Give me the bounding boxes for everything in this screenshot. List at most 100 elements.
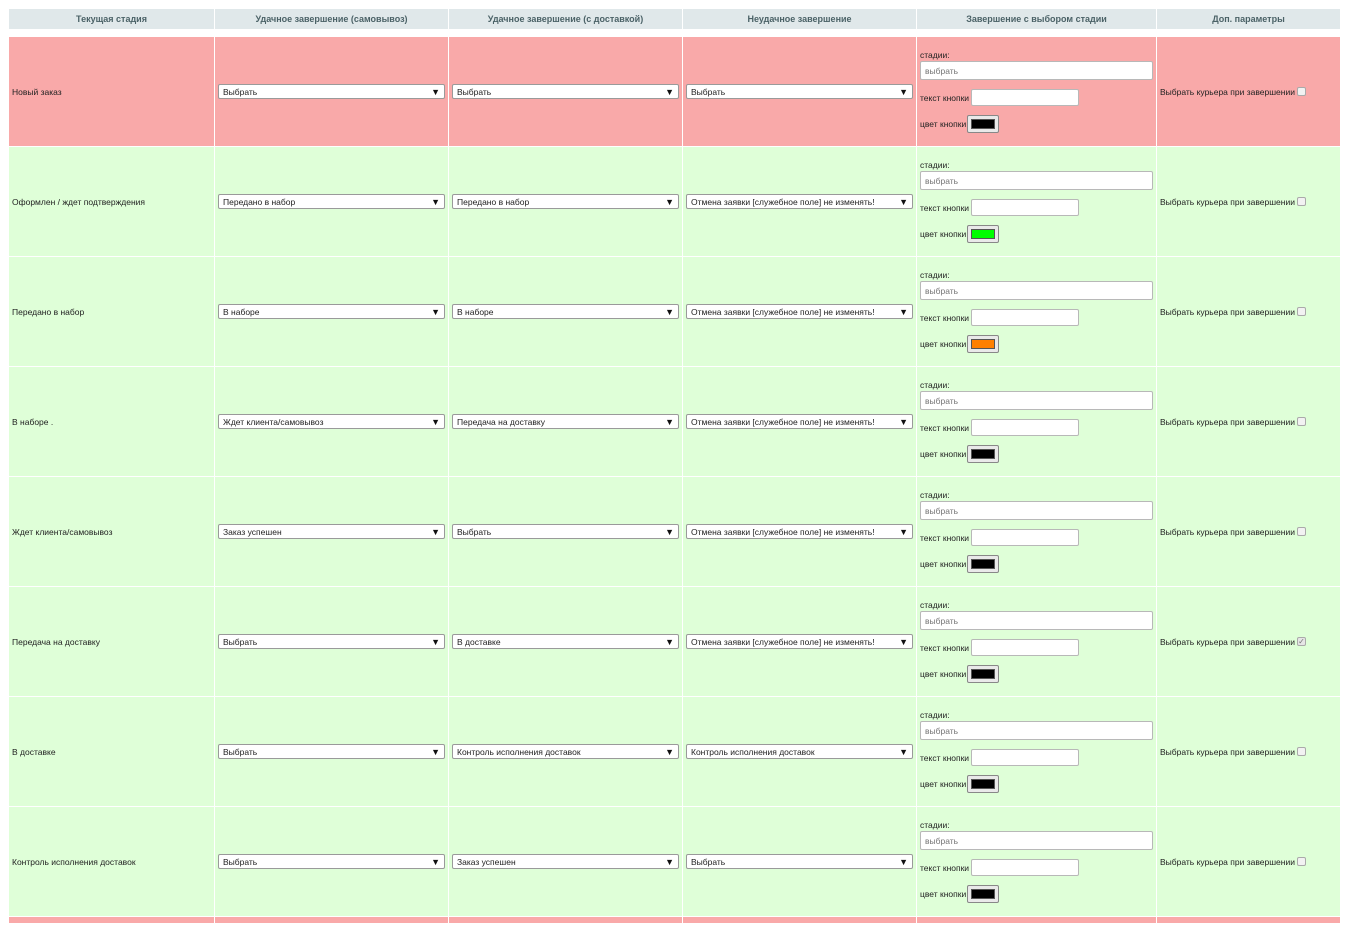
success-delivery-value: Выбрать bbox=[457, 527, 492, 537]
button-color-picker[interactable] bbox=[967, 775, 1000, 793]
success-pickup-select[interactable]: Заказ успешен ▼ bbox=[218, 524, 445, 539]
success-delivery-select[interactable]: Выбрать ▼ bbox=[452, 84, 679, 99]
success-delivery-select[interactable]: Выбрать ▼ bbox=[452, 524, 679, 539]
button-color-row: цвет кнопки bbox=[920, 225, 1153, 243]
courier-checkbox[interactable] bbox=[1296, 197, 1306, 206]
failure-value: Выбрать bbox=[691, 87, 726, 97]
button-text-input[interactable] bbox=[971, 859, 1080, 876]
stages-input[interactable] bbox=[920, 171, 1153, 190]
failure-value: Отмена заявки [служебное поле] не изменя… bbox=[691, 197, 875, 207]
button-color-row: цвет кнопки bbox=[920, 445, 1153, 463]
button-text-input[interactable] bbox=[971, 639, 1080, 656]
success-pickup-select[interactable]: Выбрать ▼ bbox=[218, 854, 445, 869]
courier-option: Выбрать курьера при завершении bbox=[1160, 747, 1337, 757]
success-pickup-select[interactable]: В наборе ▼ bbox=[218, 304, 445, 319]
button-text-row: текст кнопки bbox=[920, 529, 1153, 546]
success-pickup-select[interactable]: Передано в набор ▼ bbox=[218, 194, 445, 209]
chevron-down-icon: ▼ bbox=[899, 307, 908, 317]
stages-label: стадии: bbox=[920, 380, 950, 390]
failure-cell: Контроль исполнения доставок ▼ bbox=[683, 697, 916, 806]
stages-input[interactable] bbox=[920, 611, 1153, 630]
stages-input[interactable] bbox=[920, 61, 1153, 80]
success-delivery-cell: В доставке ▼ bbox=[449, 587, 682, 696]
chevron-down-icon: ▼ bbox=[665, 87, 674, 97]
button-text-row: текст кнопки bbox=[920, 749, 1153, 766]
chevron-down-icon: ▼ bbox=[665, 417, 674, 427]
success-delivery-select[interactable]: Заказ успешен ▼ bbox=[452, 854, 679, 869]
chevron-down-icon: ▼ bbox=[665, 197, 674, 207]
courier-option: Выбрать курьера при завершении bbox=[1160, 527, 1337, 537]
table-row: Передача на доставку Выбрать ▼ В доставк… bbox=[9, 587, 1340, 696]
failure-select[interactable]: Выбрать ▼ bbox=[686, 854, 913, 869]
courier-checkbox[interactable] bbox=[1296, 527, 1306, 536]
chevron-down-icon: ▼ bbox=[431, 417, 440, 427]
success-delivery-select[interactable]: В доставке ▼ bbox=[452, 634, 679, 649]
table-row: Контроль исполнения доставок Выбрать ▼ З… bbox=[9, 807, 1340, 916]
success-delivery-select[interactable]: Контроль исполнения доставок ▼ bbox=[452, 744, 679, 759]
button-color-picker[interactable] bbox=[967, 555, 1000, 573]
partial-cell bbox=[683, 917, 916, 923]
stages-input[interactable] bbox=[920, 721, 1153, 740]
failure-select[interactable]: Отмена заявки [служебное поле] не изменя… bbox=[686, 524, 913, 539]
success-pickup-select[interactable]: Ждет клиента/самовывоз ▼ bbox=[218, 414, 445, 429]
stages-input[interactable] bbox=[920, 831, 1153, 850]
chevron-down-icon: ▼ bbox=[431, 747, 440, 757]
courier-checkbox[interactable] bbox=[1296, 747, 1306, 756]
color-swatch bbox=[971, 779, 996, 789]
stage-choice-cell: стадии: текст кнопки цвет кнопки bbox=[917, 367, 1156, 476]
courier-label: Выбрать курьера при завершении bbox=[1160, 526, 1295, 537]
button-color-picker[interactable] bbox=[967, 225, 1000, 243]
success-delivery-select[interactable]: Передано в набор ▼ bbox=[452, 194, 679, 209]
current-stage-cell: Передача на доставку bbox=[9, 587, 214, 696]
extra-params-cell: Выбрать курьера при завершении ✓ bbox=[1157, 587, 1340, 696]
failure-select[interactable]: Отмена заявки [служебное поле] не изменя… bbox=[686, 304, 913, 319]
stages-input[interactable] bbox=[920, 391, 1153, 410]
courier-label: Выбрать курьера при завершении bbox=[1160, 86, 1295, 97]
button-text-input[interactable] bbox=[971, 89, 1080, 106]
button-text-input[interactable] bbox=[971, 309, 1080, 326]
button-color-picker[interactable] bbox=[967, 115, 1000, 133]
chevron-down-icon: ▼ bbox=[431, 857, 440, 867]
current-stage-label: Ждет клиента/самовывоз bbox=[12, 526, 113, 537]
failure-select[interactable]: Отмена заявки [служебное поле] не изменя… bbox=[686, 414, 913, 429]
partial-cell bbox=[917, 917, 1156, 923]
failure-select[interactable]: Выбрать ▼ bbox=[686, 84, 913, 99]
courier-checkbox[interactable] bbox=[1296, 87, 1306, 96]
failure-select[interactable]: Отмена заявки [служебное поле] не изменя… bbox=[686, 194, 913, 209]
failure-value: Отмена заявки [служебное поле] не изменя… bbox=[691, 307, 875, 317]
success-delivery-select[interactable]: Передача на доставку ▼ bbox=[452, 414, 679, 429]
stages-input[interactable] bbox=[920, 281, 1153, 300]
success-delivery-value: В наборе bbox=[457, 307, 494, 317]
courier-checkbox[interactable] bbox=[1296, 307, 1306, 316]
button-text-input[interactable] bbox=[971, 749, 1080, 766]
stage-choice-cell: стадии: текст кнопки цвет кнопки bbox=[917, 257, 1156, 366]
button-color-picker[interactable] bbox=[967, 885, 1000, 903]
courier-checkbox[interactable]: ✓ bbox=[1296, 637, 1306, 646]
stages-label: стадии: bbox=[920, 270, 950, 280]
courier-option: Выбрать курьера при завершении bbox=[1160, 307, 1337, 317]
button-color-picker[interactable] bbox=[967, 665, 1000, 683]
failure-select[interactable]: Отмена заявки [служебное поле] не изменя… bbox=[686, 634, 913, 649]
current-stage-label: В доставке bbox=[12, 746, 56, 757]
success-pickup-select[interactable]: Выбрать ▼ bbox=[218, 634, 445, 649]
failure-cell: Отмена заявки [служебное поле] не изменя… bbox=[683, 477, 916, 586]
stages-input[interactable] bbox=[920, 501, 1153, 520]
button-color-picker[interactable] bbox=[967, 445, 1000, 463]
button-text-input[interactable] bbox=[971, 529, 1080, 546]
button-text-input[interactable] bbox=[971, 199, 1080, 216]
success-pickup-select[interactable]: Выбрать ▼ bbox=[218, 84, 445, 99]
current-stage-cell: Оформлен / ждет подтверждения bbox=[9, 147, 214, 256]
success-delivery-select[interactable]: В наборе ▼ bbox=[452, 304, 679, 319]
failure-select[interactable]: Контроль исполнения доставок ▼ bbox=[686, 744, 913, 759]
button-text-input[interactable] bbox=[971, 419, 1080, 436]
courier-checkbox[interactable] bbox=[1296, 417, 1306, 426]
chevron-down-icon: ▼ bbox=[665, 527, 674, 537]
success-pickup-select[interactable]: Выбрать ▼ bbox=[218, 744, 445, 759]
table-row: В доставке Выбрать ▼ Контроль исполнения… bbox=[9, 697, 1340, 806]
button-color-picker[interactable] bbox=[967, 335, 1000, 353]
current-stage-label: В наборе . bbox=[12, 416, 54, 427]
courier-checkbox[interactable] bbox=[1296, 857, 1306, 866]
failure-cell: Отмена заявки [служебное поле] не изменя… bbox=[683, 147, 916, 256]
button-text-label: текст кнопки bbox=[920, 532, 970, 543]
courier-label: Выбрать курьера при завершении bbox=[1160, 746, 1295, 757]
